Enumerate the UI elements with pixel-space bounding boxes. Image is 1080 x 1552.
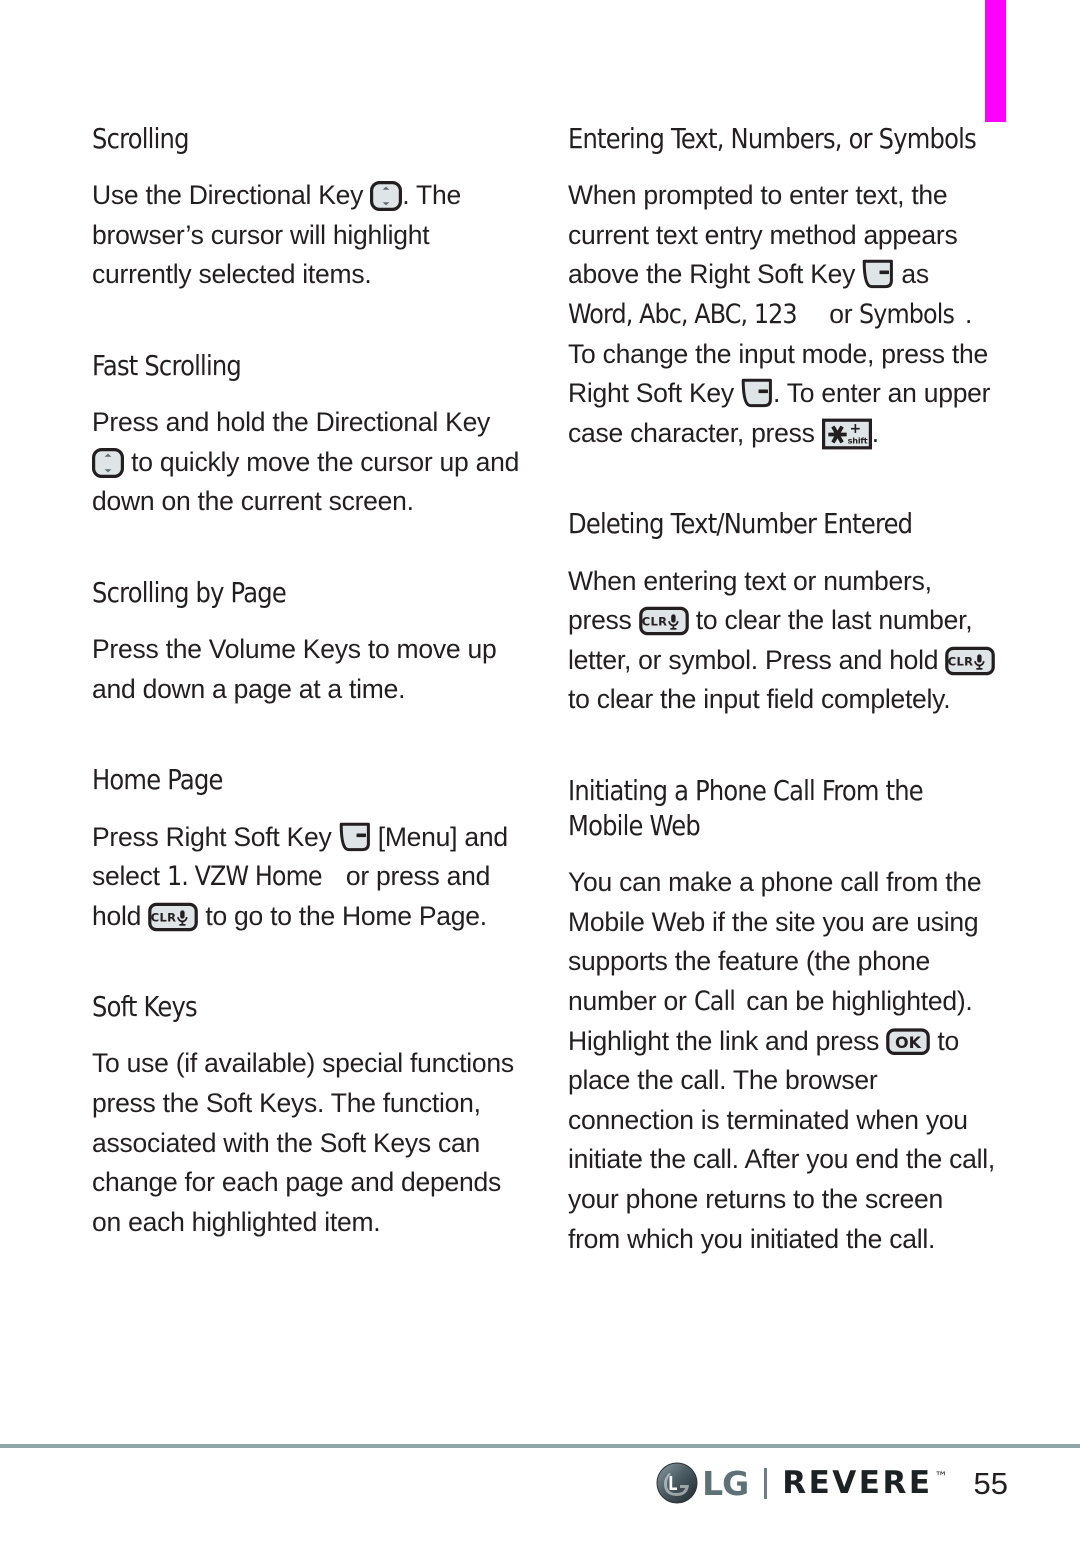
text-run: . — [871, 417, 879, 448]
section-heading: Scrolling by Page — [92, 576, 287, 609]
body-paragraph: To use (if available) special functions … — [92, 1044, 522, 1242]
revere-wordmark: REVERE ™ — [782, 1464, 948, 1501]
section-heading: Initiating a Phone Call From the Mobile … — [568, 774, 924, 843]
right-soft-key-icon — [339, 822, 371, 852]
ok-key-icon: OK — [886, 1028, 931, 1056]
section: Scrolling Use the Directional Key . The b… — [92, 122, 522, 295]
emphasis-run: 1. VZW Home — [166, 861, 323, 893]
section-heading: Fast Scrolling — [92, 349, 242, 382]
right-column: Entering Text, Numbers, or Symbols When p… — [568, 122, 998, 1259]
body-paragraph: When prompted to enter text, the current… — [568, 176, 998, 453]
lg-circle-mark — [656, 1462, 698, 1504]
section: Home Page Press Right Soft Key [Menu] and… — [92, 763, 522, 936]
lg-logo: LG — [656, 1462, 749, 1504]
left-column: Scrolling Use the Directional Key . The b… — [92, 122, 522, 1242]
page-footer: LG REVERE ™ 55 — [0, 1462, 1080, 1532]
footer-brand-group: LG REVERE ™ 55 — [656, 1462, 1008, 1504]
body-paragraph: Press Right Soft Key [Menu] and select 1… — [92, 818, 522, 937]
text-run: to place the call. The browser connectio… — [568, 1025, 996, 1254]
text-run: To use (if available) special functions … — [92, 1048, 514, 1237]
footer-divider — [0, 1444, 1080, 1448]
svg-text:CLR: CLR — [641, 615, 667, 629]
svg-text:CLR: CLR — [151, 910, 177, 924]
footer-logo-divider — [764, 1467, 768, 1499]
text-run: Press and hold the Directional Key — [92, 407, 491, 438]
right-soft-key-icon — [741, 378, 773, 408]
section: Scrolling by Page Press the Volume Keys t… — [92, 576, 522, 709]
text-run: Use the Directional Key — [92, 180, 371, 211]
clr-key-icon: CLR — [638, 606, 689, 636]
body-paragraph: You can make a phone call from the Mobil… — [568, 863, 998, 1259]
directional-key-icon — [370, 181, 403, 212]
text-run: to go to the Home Page. — [198, 900, 487, 931]
section-heading: Soft Keys — [92, 991, 198, 1024]
section: Initiating a Phone Call From the Mobile … — [568, 774, 998, 1259]
emphasis-run: Call — [693, 986, 736, 1018]
right-soft-key-icon — [862, 259, 894, 289]
svg-text:shift: shift — [847, 435, 867, 445]
svg-text:CLR: CLR — [948, 654, 974, 668]
page-content: Scrolling Use the Directional Key . The b… — [0, 122, 1080, 1412]
clr-key-icon: CLR — [148, 902, 199, 932]
body-paragraph: Press and hold the Directional Key to qu… — [92, 403, 522, 522]
section-heading: Home Page — [92, 764, 223, 797]
emphasis-run: Symbols — [859, 298, 955, 330]
text-run: to clear the input field completely. — [568, 684, 951, 715]
section-heading: Entering Text, Numbers, or Symbols — [568, 123, 977, 155]
body-paragraph: Press the Volume Keys to move up and dow… — [92, 630, 522, 709]
page-number: 55 — [973, 1465, 1008, 1501]
section-heading: Scrolling — [92, 123, 189, 155]
section: Deleting Text/Number Entered When enterin… — [568, 507, 998, 720]
page-thumb-tab — [985, 0, 1006, 122]
body-paragraph: When entering text or numbers, press CLR… — [568, 562, 998, 720]
body-paragraph: Use the Directional Key . The browser’s … — [92, 176, 522, 295]
text-run: to quickly move the cursor up and down o… — [92, 446, 520, 517]
directional-key-icon — [92, 447, 124, 478]
text-run: Press Right Soft Key — [92, 821, 339, 852]
section: Entering Text, Numbers, or Symbols When p… — [568, 122, 998, 453]
section: Soft Keys To use (if available) special f… — [92, 990, 522, 1242]
shift-star-key-icon: + shift — [821, 418, 872, 450]
section-heading: Deleting Text/Number Entered — [568, 508, 913, 541]
emphasis-run: Word, Abc, ABC, 123 — [568, 298, 798, 330]
trademark-symbol: ™ — [934, 1469, 948, 1485]
text-run: or — [822, 298, 860, 329]
section: Fast Scrolling Press and hold the Directi… — [92, 349, 522, 522]
lg-wordmark: LG — [702, 1463, 749, 1503]
svg-text:OK: OK — [895, 1033, 922, 1052]
text-run: Press the Volume Keys to move up and dow… — [92, 634, 497, 704]
text-run: as — [894, 259, 929, 290]
clr-key-icon: CLR — [945, 646, 996, 676]
